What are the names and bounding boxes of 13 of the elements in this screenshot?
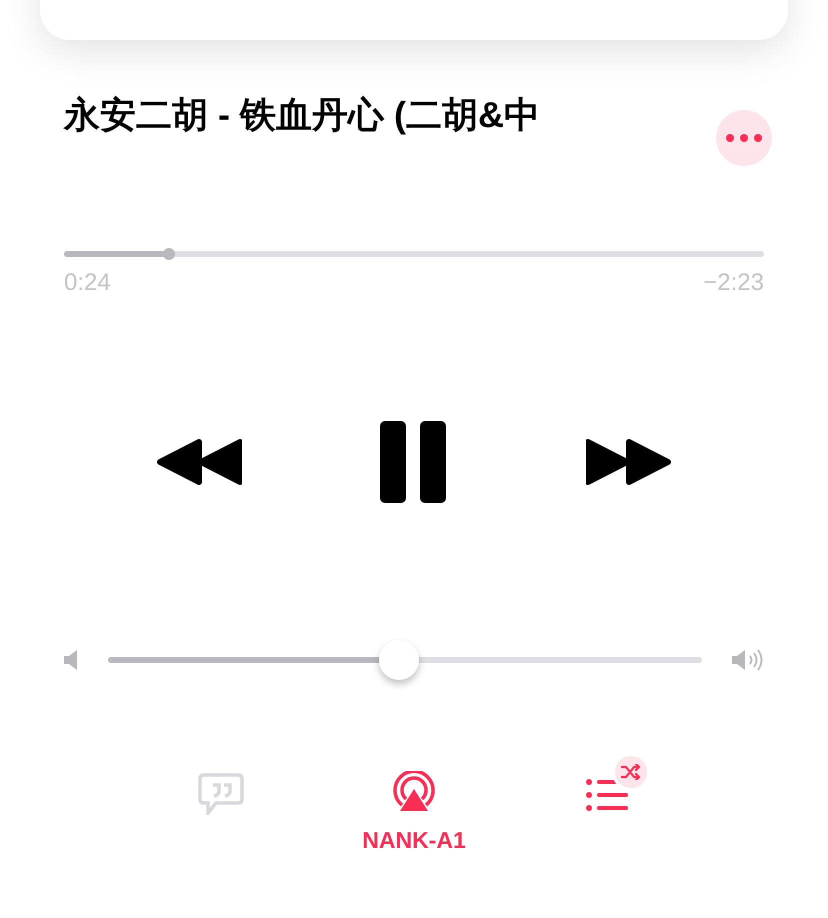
pause-icon[interactable] <box>380 421 448 503</box>
speaker-loud-icon <box>732 649 764 671</box>
song-title: 永安二胡 - 铁血丹心 (二胡&中 <box>64 93 540 137</box>
speaker-icon <box>64 650 78 670</box>
rewind-icon[interactable] <box>156 438 242 486</box>
elapsed-time: 0:24 <box>64 268 111 298</box>
remaining-time: −2:23 <box>703 268 764 298</box>
progress-track[interactable] <box>64 251 764 257</box>
fast-forward-icon[interactable] <box>586 438 672 486</box>
shuffle-icon <box>621 764 642 780</box>
airplay-icon[interactable] <box>392 771 436 813</box>
airplay-device-label: NANK-A1 <box>362 826 466 855</box>
more-icon <box>726 134 762 142</box>
